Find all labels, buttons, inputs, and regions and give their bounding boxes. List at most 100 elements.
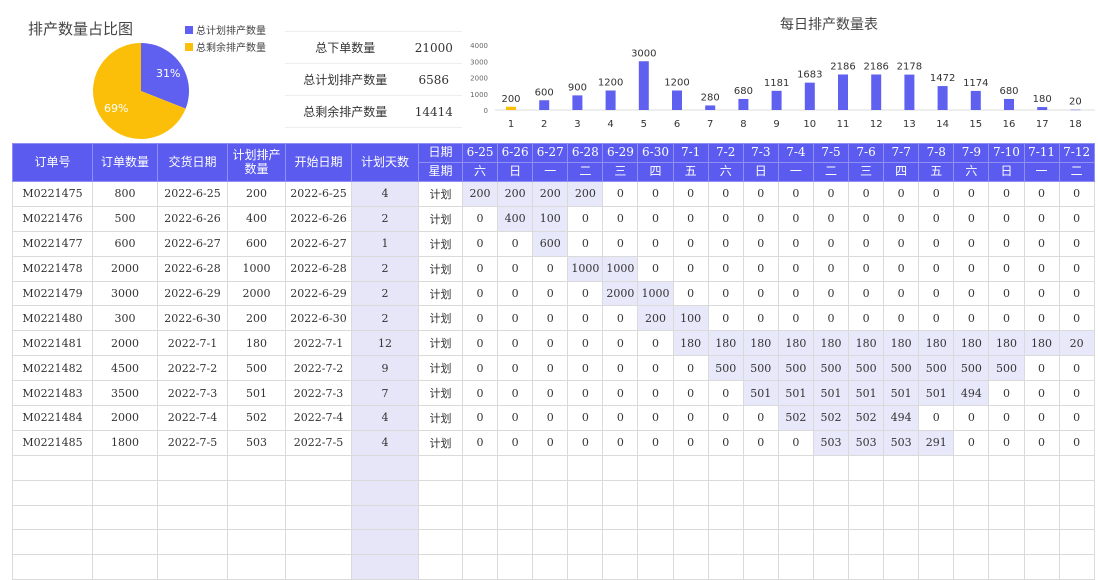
empty-cell[interactable] bbox=[919, 455, 954, 480]
cell-due[interactable]: 2022-7-4 bbox=[158, 406, 228, 431]
cell-daily[interactable]: 0 bbox=[954, 231, 989, 256]
cell-daily[interactable]: 0 bbox=[989, 231, 1024, 256]
cell-qty[interactable]: 3500 bbox=[93, 381, 158, 406]
cell-plan[interactable]: 200 bbox=[228, 306, 286, 331]
cell-daily[interactable]: 0 bbox=[603, 231, 638, 256]
cell-plan[interactable]: 400 bbox=[228, 206, 286, 231]
empty-cell[interactable] bbox=[673, 480, 708, 505]
cell-daily[interactable]: 0 bbox=[989, 430, 1024, 455]
cell-plan-label[interactable]: 计划 bbox=[419, 356, 463, 381]
cell-daily[interactable]: 0 bbox=[533, 430, 568, 455]
cell-daily[interactable]: 0 bbox=[778, 231, 813, 256]
cell-daily[interactable]: 0 bbox=[989, 281, 1024, 306]
cell-daily[interactable]: 0 bbox=[1024, 381, 1059, 406]
empty-cell[interactable] bbox=[603, 555, 638, 580]
cell-daily[interactable]: 0 bbox=[463, 206, 498, 231]
empty-cell[interactable] bbox=[228, 480, 286, 505]
cell-daily[interactable]: 0 bbox=[498, 306, 533, 331]
cell-daily[interactable]: 0 bbox=[849, 206, 884, 231]
cell-daily[interactable]: 0 bbox=[919, 256, 954, 281]
empty-cell[interactable] bbox=[708, 555, 743, 580]
cell-days[interactable]: 2 bbox=[352, 306, 419, 331]
empty-cell[interactable] bbox=[954, 505, 989, 530]
empty-cell[interactable] bbox=[743, 480, 778, 505]
empty-cell[interactable] bbox=[228, 555, 286, 580]
cell-daily[interactable]: 0 bbox=[1024, 182, 1059, 207]
cell-daily[interactable]: 502 bbox=[778, 406, 813, 431]
empty-cell[interactable] bbox=[1059, 455, 1094, 480]
cell-days[interactable]: 2 bbox=[352, 281, 419, 306]
cell-daily[interactable]: 0 bbox=[603, 356, 638, 381]
cell-daily[interactable]: 0 bbox=[954, 206, 989, 231]
empty-cell[interactable] bbox=[813, 480, 848, 505]
cell-daily[interactable]: 180 bbox=[884, 331, 919, 356]
cell-start[interactable]: 2022-7-2 bbox=[286, 356, 352, 381]
cell-daily[interactable]: 180 bbox=[673, 331, 708, 356]
cell-daily[interactable]: 0 bbox=[463, 306, 498, 331]
cell-daily[interactable]: 0 bbox=[463, 281, 498, 306]
empty-cell[interactable] bbox=[919, 530, 954, 555]
cell-plan-label[interactable]: 计划 bbox=[419, 381, 463, 406]
empty-cell[interactable] bbox=[93, 480, 158, 505]
cell-daily[interactable]: 0 bbox=[708, 231, 743, 256]
cell-daily[interactable]: 2000 bbox=[603, 281, 638, 306]
empty-cell[interactable] bbox=[1024, 505, 1059, 530]
empty-cell[interactable] bbox=[849, 505, 884, 530]
cell-plan-label[interactable]: 计划 bbox=[419, 182, 463, 207]
cell-daily[interactable]: 0 bbox=[989, 206, 1024, 231]
cell-due[interactable]: 2022-6-26 bbox=[158, 206, 228, 231]
cell-plan[interactable]: 1000 bbox=[228, 256, 286, 281]
cell-qty[interactable]: 4500 bbox=[93, 356, 158, 381]
cell-daily[interactable]: 0 bbox=[533, 356, 568, 381]
cell-daily[interactable]: 0 bbox=[533, 256, 568, 281]
cell-days[interactable]: 4 bbox=[352, 430, 419, 455]
cell-daily[interactable]: 503 bbox=[813, 430, 848, 455]
empty-cell[interactable] bbox=[638, 455, 673, 480]
empty-cell[interactable] bbox=[568, 555, 603, 580]
cell-daily[interactable]: 0 bbox=[498, 331, 533, 356]
cell-daily[interactable]: 501 bbox=[849, 381, 884, 406]
cell-daily[interactable]: 0 bbox=[673, 182, 708, 207]
cell-daily[interactable]: 180 bbox=[743, 331, 778, 356]
empty-cell[interactable] bbox=[419, 455, 463, 480]
empty-cell[interactable] bbox=[1024, 530, 1059, 555]
cell-daily[interactable]: 0 bbox=[673, 356, 708, 381]
cell-daily[interactable]: 0 bbox=[1024, 430, 1059, 455]
cell-daily[interactable]: 0 bbox=[989, 182, 1024, 207]
cell-daily[interactable]: 0 bbox=[498, 381, 533, 406]
empty-cell[interactable] bbox=[813, 530, 848, 555]
cell-daily[interactable]: 0 bbox=[638, 206, 673, 231]
cell-daily[interactable]: 0 bbox=[673, 406, 708, 431]
cell-qty[interactable]: 300 bbox=[93, 306, 158, 331]
cell-daily[interactable]: 1000 bbox=[638, 281, 673, 306]
empty-cell[interactable] bbox=[158, 555, 228, 580]
empty-cell[interactable] bbox=[352, 555, 419, 580]
cell-plan[interactable]: 600 bbox=[228, 231, 286, 256]
cell-daily[interactable]: 500 bbox=[954, 356, 989, 381]
cell-daily[interactable]: 494 bbox=[954, 381, 989, 406]
empty-cell[interactable] bbox=[708, 530, 743, 555]
cell-daily[interactable]: 0 bbox=[1059, 182, 1094, 207]
empty-cell[interactable] bbox=[1059, 555, 1094, 580]
cell-daily[interactable]: 0 bbox=[849, 306, 884, 331]
empty-cell[interactable] bbox=[743, 555, 778, 580]
cell-days[interactable]: 4 bbox=[352, 182, 419, 207]
cell-daily[interactable]: 600 bbox=[533, 231, 568, 256]
cell-daily[interactable]: 180 bbox=[708, 331, 743, 356]
cell-plan[interactable]: 500 bbox=[228, 356, 286, 381]
cell-daily[interactable]: 0 bbox=[568, 430, 603, 455]
cell-start[interactable]: 2022-7-3 bbox=[286, 381, 352, 406]
cell-daily[interactable]: 0 bbox=[463, 331, 498, 356]
empty-cell[interactable] bbox=[498, 505, 533, 530]
cell-daily[interactable]: 0 bbox=[603, 331, 638, 356]
cell-daily[interactable]: 0 bbox=[813, 306, 848, 331]
empty-cell[interactable] bbox=[286, 530, 352, 555]
cell-daily[interactable]: 0 bbox=[498, 281, 533, 306]
empty-cell[interactable] bbox=[352, 530, 419, 555]
empty-cell[interactable] bbox=[813, 505, 848, 530]
cell-daily[interactable]: 0 bbox=[603, 406, 638, 431]
empty-cell[interactable] bbox=[603, 455, 638, 480]
cell-daily[interactable]: 0 bbox=[498, 356, 533, 381]
cell-daily[interactable]: 501 bbox=[778, 381, 813, 406]
cell-plan[interactable]: 501 bbox=[228, 381, 286, 406]
